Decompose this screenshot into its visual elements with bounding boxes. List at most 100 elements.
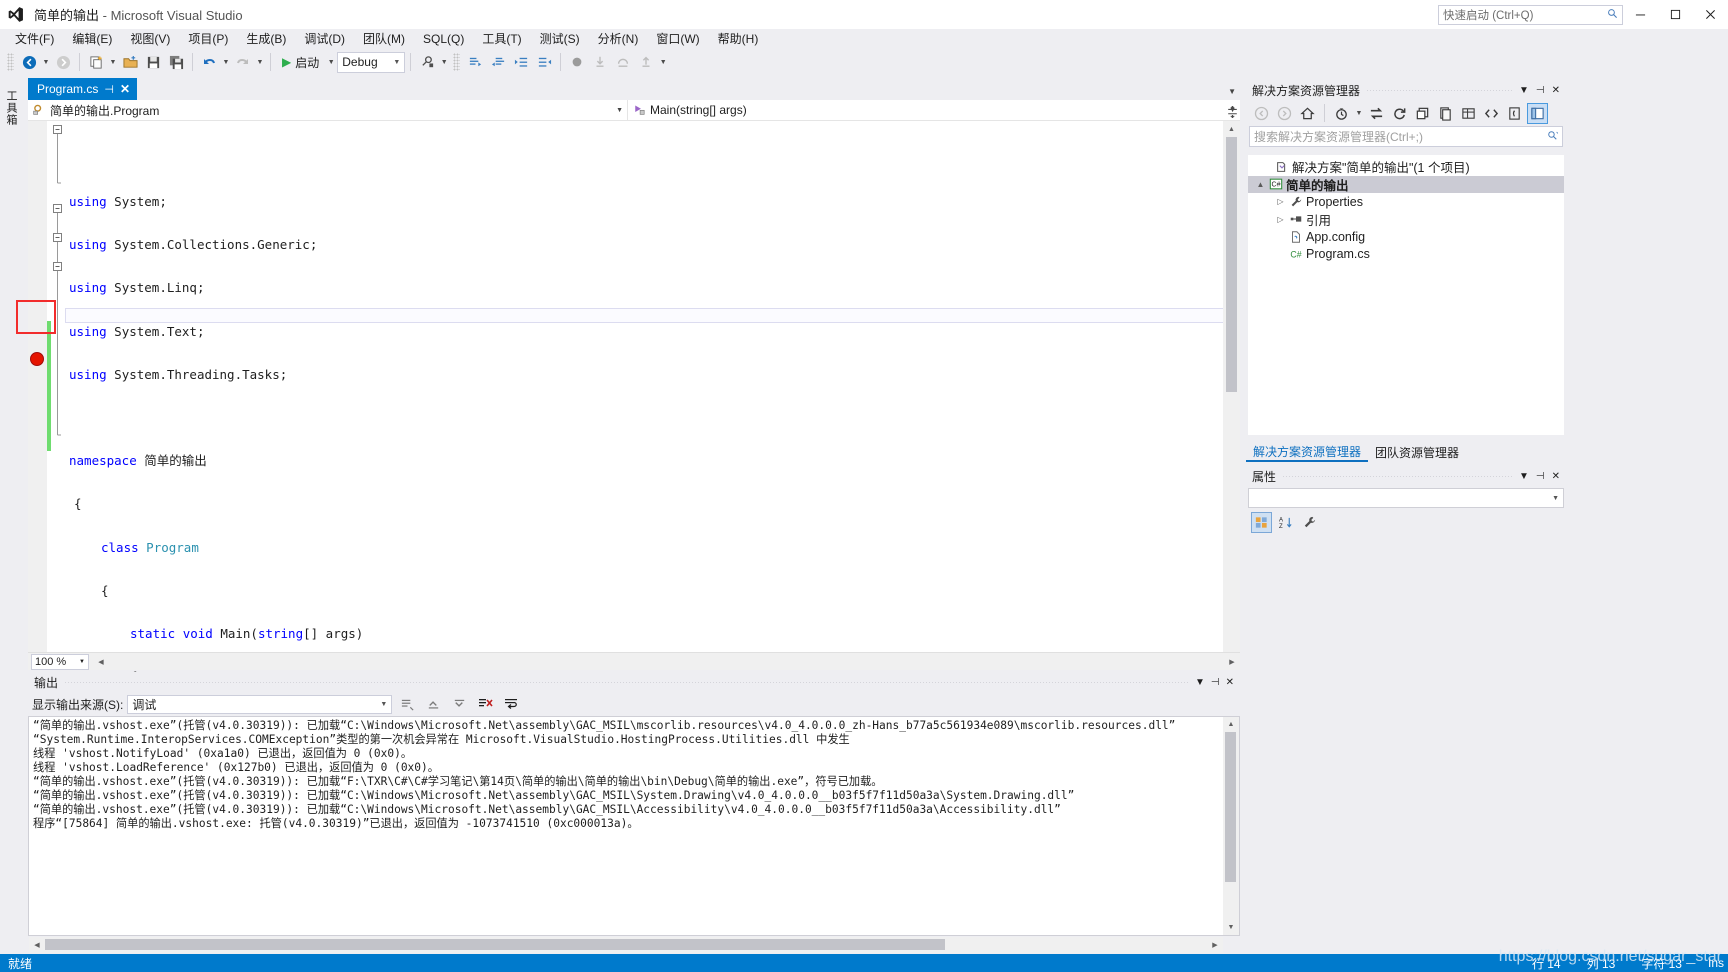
start-debug-button[interactable]: ▶ 启动 [276,51,325,73]
view-code-icon[interactable] [1481,103,1502,124]
solution-configuration-combo[interactable]: Debug ▼ [337,51,406,73]
output-text-area[interactable]: “简单的输出.vshost.exe”(托管(v4.0.30319)): 已加载“… [28,716,1240,936]
step-into-icon[interactable] [589,51,611,73]
navigate-back-icon[interactable] [1251,103,1272,124]
go-to-next-message-icon[interactable] [448,693,470,715]
editor-body[interactable]: using System; using System.Collections.G… [28,121,1240,972]
tree-node-references[interactable]: ▷ 引用 [1248,211,1564,229]
menu-item-team[interactable]: 团队(M) [354,28,414,49]
pin-icon[interactable]: ⊣ [1536,85,1545,96]
step-out-icon[interactable] [635,51,657,73]
menu-item-debug[interactable]: 调试(D) [295,28,354,49]
redo-dropdown-icon[interactable]: ▼ [255,59,265,66]
new-project-icon[interactable] [85,51,107,73]
code-line[interactable]: namespace 简单的输出 [65,454,1240,468]
code-line[interactable]: using System; [65,194,1240,209]
tree-expander[interactable]: ▷ [1274,197,1287,206]
solution-explorer-search-input[interactable]: 搜索解决方案资源管理器(Ctrl+;) [1249,126,1563,147]
code-line[interactable]: { [65,583,1240,598]
pending-changes-dropdown-icon[interactable]: ▼ [1354,110,1364,117]
menu-item-sql[interactable]: SQL(Q) [414,30,473,48]
navigate-back-icon[interactable] [18,51,40,73]
tab-solution-explorer[interactable]: 解决方案资源管理器 [1246,442,1369,462]
close-icon[interactable]: ✕ [1226,677,1234,688]
redo-icon[interactable] [232,51,254,73]
code-text-area[interactable]: using System; using System.Collections.G… [65,121,1240,972]
output-horizontal-scrollbar[interactable]: ◀ ▶ [29,937,1223,953]
close-icon[interactable]: ✕ [120,82,130,96]
indent-icon[interactable] [510,51,532,73]
preview-selected-items-icon[interactable] [1504,103,1525,124]
breakpoint-icon[interactable] [566,51,588,73]
find-message-icon[interactable] [396,693,418,715]
code-line[interactable]: class Program [65,540,1240,555]
breakpoint-glyph-icon[interactable] [30,352,44,366]
toggle-word-wrap-icon[interactable] [500,693,522,715]
code-line[interactable]: using System.Collections.Generic; [65,238,1240,252]
solution-explorer-tree[interactable]: 解决方案"简单的输出"(1 个项目) ▲ C# 简单的输出 ▷ Properti… [1248,155,1564,435]
search-options-icon[interactable] [1547,130,1559,144]
undo-icon[interactable] [198,51,220,73]
menu-item-tools[interactable]: 工具(T) [473,28,530,49]
tree-node-program-cs[interactable]: C# Program.cs [1248,246,1564,264]
editor-horizontal-scrollbar[interactable]: ◀ ▶ [93,653,1240,670]
navigate-back-dropdown-icon[interactable]: ▼ [41,59,51,66]
close-button[interactable] [1693,0,1728,29]
home-icon[interactable] [1297,103,1318,124]
navigate-forward-icon[interactable] [1274,103,1295,124]
menu-item-project[interactable]: 项目(P) [179,28,237,49]
clear-all-icon[interactable] [474,693,496,715]
zoom-level-combo[interactable]: 100 % ▼ [31,653,89,670]
menu-item-build[interactable]: 生成(B) [237,28,295,49]
pin-icon[interactable]: ⊣ [104,83,114,96]
scroll-down-arrow-icon[interactable]: ▼ [1223,920,1239,935]
tab-list-dropdown-icon[interactable]: ▼ [1228,87,1236,96]
scroll-left-arrow-icon[interactable]: ◀ [29,937,45,953]
tree-node-project[interactable]: ▲ C# 简单的输出 [1248,175,1564,193]
start-debug-dropdown-icon[interactable]: ▼ [326,59,336,66]
tree-expander[interactable]: ▲ [1254,180,1267,189]
pin-icon[interactable]: ⊣ [1211,677,1220,688]
menu-item-window[interactable]: 窗口(W) [647,28,708,49]
scroll-up-arrow-icon[interactable]: ▲ [1223,717,1239,732]
code-line[interactable]: using System.Threading.Tasks; [65,367,1240,382]
categorized-icon[interactable] [1251,511,1272,533]
editor-outlining-margin[interactable] [51,121,65,652]
tree-expander[interactable]: ▷ [1274,215,1287,224]
minimize-button[interactable] [1623,0,1658,29]
menu-item-view[interactable]: 视图(V) [121,28,179,49]
editor-vertical-scrollbar[interactable]: ▲ [1223,121,1240,652]
code-line[interactable]: using System.Text; [65,324,1240,339]
alphabetical-icon[interactable]: AZ [1275,512,1296,533]
comment-selection-icon[interactable] [464,51,486,73]
toolbar-grip[interactable] [7,53,14,71]
tree-node-solution[interactable]: 解决方案"简单的输出"(1 个项目) [1248,158,1564,176]
uncomment-selection-icon[interactable] [487,51,509,73]
scroll-right-arrow-icon[interactable]: ▶ [1224,658,1240,666]
open-file-icon[interactable] [119,51,141,73]
code-line[interactable]: using System.Linq; [65,281,1240,295]
menu-item-help[interactable]: 帮助(H) [709,28,768,49]
save-all-icon[interactable] [165,51,187,73]
tab-team-explorer[interactable]: 团队资源管理器 [1368,442,1466,462]
output-vertical-scrollbar[interactable]: ▲ ▼ [1223,717,1239,935]
output-source-combo[interactable]: 调试 ▼ [127,694,393,714]
go-to-previous-message-icon[interactable] [422,693,444,715]
maximize-button[interactable] [1658,0,1693,29]
menu-item-edit[interactable]: 编辑(E) [63,28,121,49]
save-icon[interactable] [142,51,164,73]
chevron-down-icon[interactable]: ▼ [1519,471,1529,482]
toolbar-grip[interactable] [453,53,461,71]
menu-item-file[interactable]: 文件(F) [6,28,63,49]
navbar-member-combo[interactable]: Main(string[] args) ▼ [628,100,1240,120]
menu-item-analyze[interactable]: 分析(N) [589,28,648,49]
outdent-icon[interactable] [533,51,555,73]
toolbar-overflow-icon[interactable]: ▼ [658,59,668,66]
scrollbar-thumb[interactable] [1226,137,1237,392]
scroll-left-arrow-icon[interactable]: ◀ [93,658,109,666]
new-project-dropdown-icon[interactable]: ▼ [108,59,118,66]
chevron-down-icon[interactable]: ▼ [1195,677,1205,688]
undo-dropdown-icon[interactable]: ▼ [221,59,231,66]
properties-grid[interactable] [1248,539,1564,949]
chevron-down-icon[interactable]: ▼ [1519,85,1529,96]
